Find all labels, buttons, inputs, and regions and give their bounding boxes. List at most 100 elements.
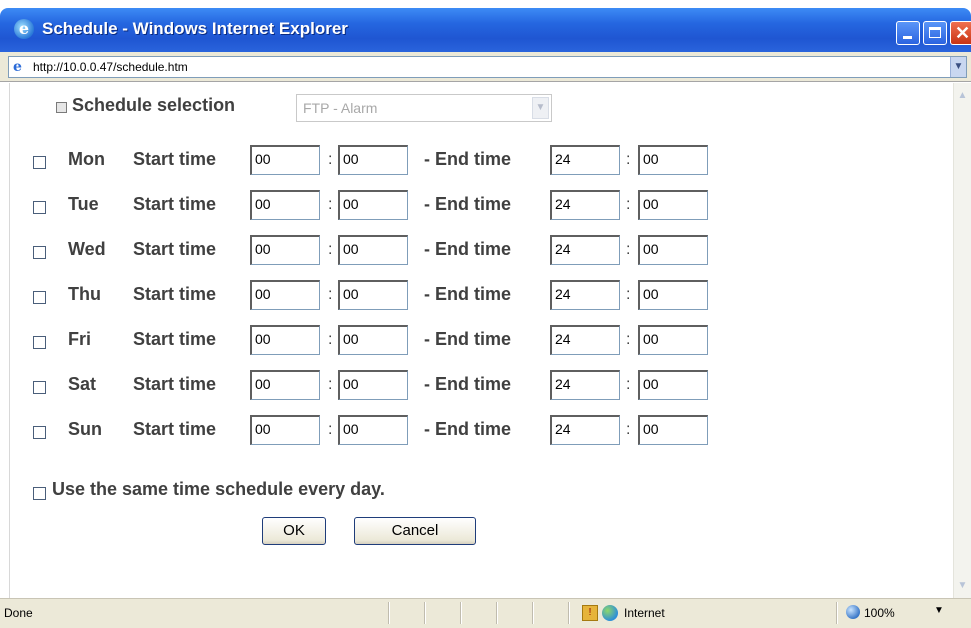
close-button[interactable]: ✕ [950, 21, 971, 45]
schedule-selection-value: FTP - Alarm [303, 100, 378, 116]
end-hour-input[interactable]: 24 [550, 370, 620, 400]
end-time-label: - End time [424, 239, 512, 259]
window-title: Schedule - Windows Internet Explorer [42, 19, 348, 38]
ok-button[interactable]: OK [262, 517, 326, 545]
end-hour-input[interactable]: 24 [550, 325, 620, 355]
end-time-label: - End time [424, 374, 512, 394]
day-label: Sat [68, 374, 97, 394]
start-time-label: Start time [133, 284, 217, 304]
day-label: Thu [68, 284, 101, 304]
address-text: http://10.0.0.47/schedule.htm [33, 60, 188, 74]
status-divider [568, 602, 570, 624]
same-schedule-label: Use the same time schedule every day. [52, 479, 385, 499]
day-label: Fri [68, 329, 92, 349]
end-time-label: - End time [424, 419, 512, 439]
start-hour-input[interactable]: 00 [250, 190, 320, 220]
end-minute-input[interactable]: 00 [638, 145, 708, 175]
status-text: Done [4, 606, 33, 620]
start-minute-input[interactable]: 00 [338, 235, 408, 265]
start-hour-input[interactable]: 00 [250, 145, 320, 175]
day-label: Tue [68, 194, 99, 214]
end-minute-input[interactable]: 00 [638, 415, 708, 445]
start-hour-input[interactable]: 00 [250, 280, 320, 310]
zoom-dropdown-icon[interactable]: ▼ [934, 605, 944, 616]
day-checkbox[interactable] [33, 201, 46, 214]
ie-logo-icon: e [14, 19, 34, 39]
time-colon: : [626, 421, 631, 438]
end-time-label: - End time [424, 149, 512, 169]
start-time-label: Start time [133, 239, 217, 259]
start-time-label: Start time [133, 194, 217, 214]
end-minute-input[interactable]: 00 [638, 325, 708, 355]
end-hour-input[interactable]: 24 [550, 190, 620, 220]
end-minute-input[interactable]: 00 [638, 370, 708, 400]
end-hour-input[interactable]: 24 [550, 280, 620, 310]
scroll-down-icon[interactable]: ▼ [955, 577, 970, 594]
start-time-label: Start time [133, 374, 217, 394]
status-divider [424, 602, 426, 624]
end-hour-input[interactable]: 24 [550, 415, 620, 445]
start-minute-input[interactable]: 00 [338, 415, 408, 445]
time-colon: : [626, 151, 631, 168]
time-colon: : [328, 241, 333, 258]
same-schedule-checkbox[interactable] [33, 487, 46, 500]
schedule-selection-checkbox[interactable] [56, 102, 67, 113]
start-time-label: Start time [133, 419, 217, 439]
time-colon: : [328, 151, 333, 168]
end-minute-input[interactable]: 00 [638, 190, 708, 220]
zoom-icon [846, 605, 860, 619]
cancel-button[interactable]: Cancel [354, 517, 476, 545]
maximize-icon [929, 27, 941, 38]
minimize-button[interactable] [896, 21, 920, 45]
time-colon: : [328, 421, 333, 438]
day-checkbox[interactable] [33, 291, 46, 304]
zoom-level[interactable]: 100% [864, 606, 895, 620]
status-divider [496, 602, 498, 624]
end-minute-input[interactable]: 00 [638, 235, 708, 265]
maximize-button[interactable] [923, 21, 947, 45]
schedule-selection-select[interactable]: FTP - Alarm ▼ [296, 94, 552, 122]
scroll-up-icon[interactable]: ▲ [955, 87, 970, 104]
status-divider [388, 602, 390, 624]
title-bar[interactable]: e Schedule - Windows Internet Explorer ✕ [0, 8, 971, 52]
time-colon: : [328, 286, 333, 303]
day-checkbox[interactable] [33, 156, 46, 169]
start-hour-input[interactable]: 00 [250, 415, 320, 445]
day-checkbox[interactable] [33, 246, 46, 259]
time-colon: : [328, 331, 333, 348]
day-checkbox[interactable] [33, 426, 46, 439]
status-divider [836, 602, 838, 624]
day-label: Mon [68, 149, 105, 169]
start-hour-input[interactable]: 00 [250, 325, 320, 355]
start-time-label: Start time [133, 149, 217, 169]
end-time-label: - End time [424, 284, 512, 304]
end-minute-input[interactable]: 00 [638, 280, 708, 310]
start-minute-input[interactable]: 00 [338, 325, 408, 355]
internet-zone-icon [602, 605, 618, 621]
vertical-scrollbar[interactable]: ▲ ▼ [953, 83, 971, 598]
start-minute-input[interactable]: 00 [338, 190, 408, 220]
security-zone-label[interactable]: Internet [624, 606, 665, 620]
day-label: Wed [68, 239, 106, 259]
start-hour-input[interactable]: 00 [250, 235, 320, 265]
address-field[interactable]: e http://10.0.0.47/schedule.htm ▼ [8, 56, 967, 78]
address-dropdown-button[interactable]: ▼ [950, 57, 966, 77]
day-checkbox[interactable] [33, 381, 46, 394]
time-colon: : [626, 331, 631, 348]
end-hour-input[interactable]: 24 [550, 145, 620, 175]
start-minute-input[interactable]: 00 [338, 280, 408, 310]
start-hour-input[interactable]: 00 [250, 370, 320, 400]
end-hour-input[interactable]: 24 [550, 235, 620, 265]
time-colon: : [626, 286, 631, 303]
time-colon: : [626, 241, 631, 258]
chevron-down-icon: ▼ [532, 97, 549, 119]
start-minute-input[interactable]: 00 [338, 145, 408, 175]
start-minute-input[interactable]: 00 [338, 370, 408, 400]
ie-window: e Schedule - Windows Internet Explorer ✕… [0, 0, 971, 628]
page-icon: e [13, 59, 22, 75]
schedule-selection-label: Schedule selection [72, 95, 236, 115]
day-checkbox[interactable] [33, 336, 46, 349]
protected-mode-icon[interactable]: ! [582, 605, 598, 621]
day-label: Sun [68, 419, 102, 439]
time-colon: : [328, 376, 333, 393]
